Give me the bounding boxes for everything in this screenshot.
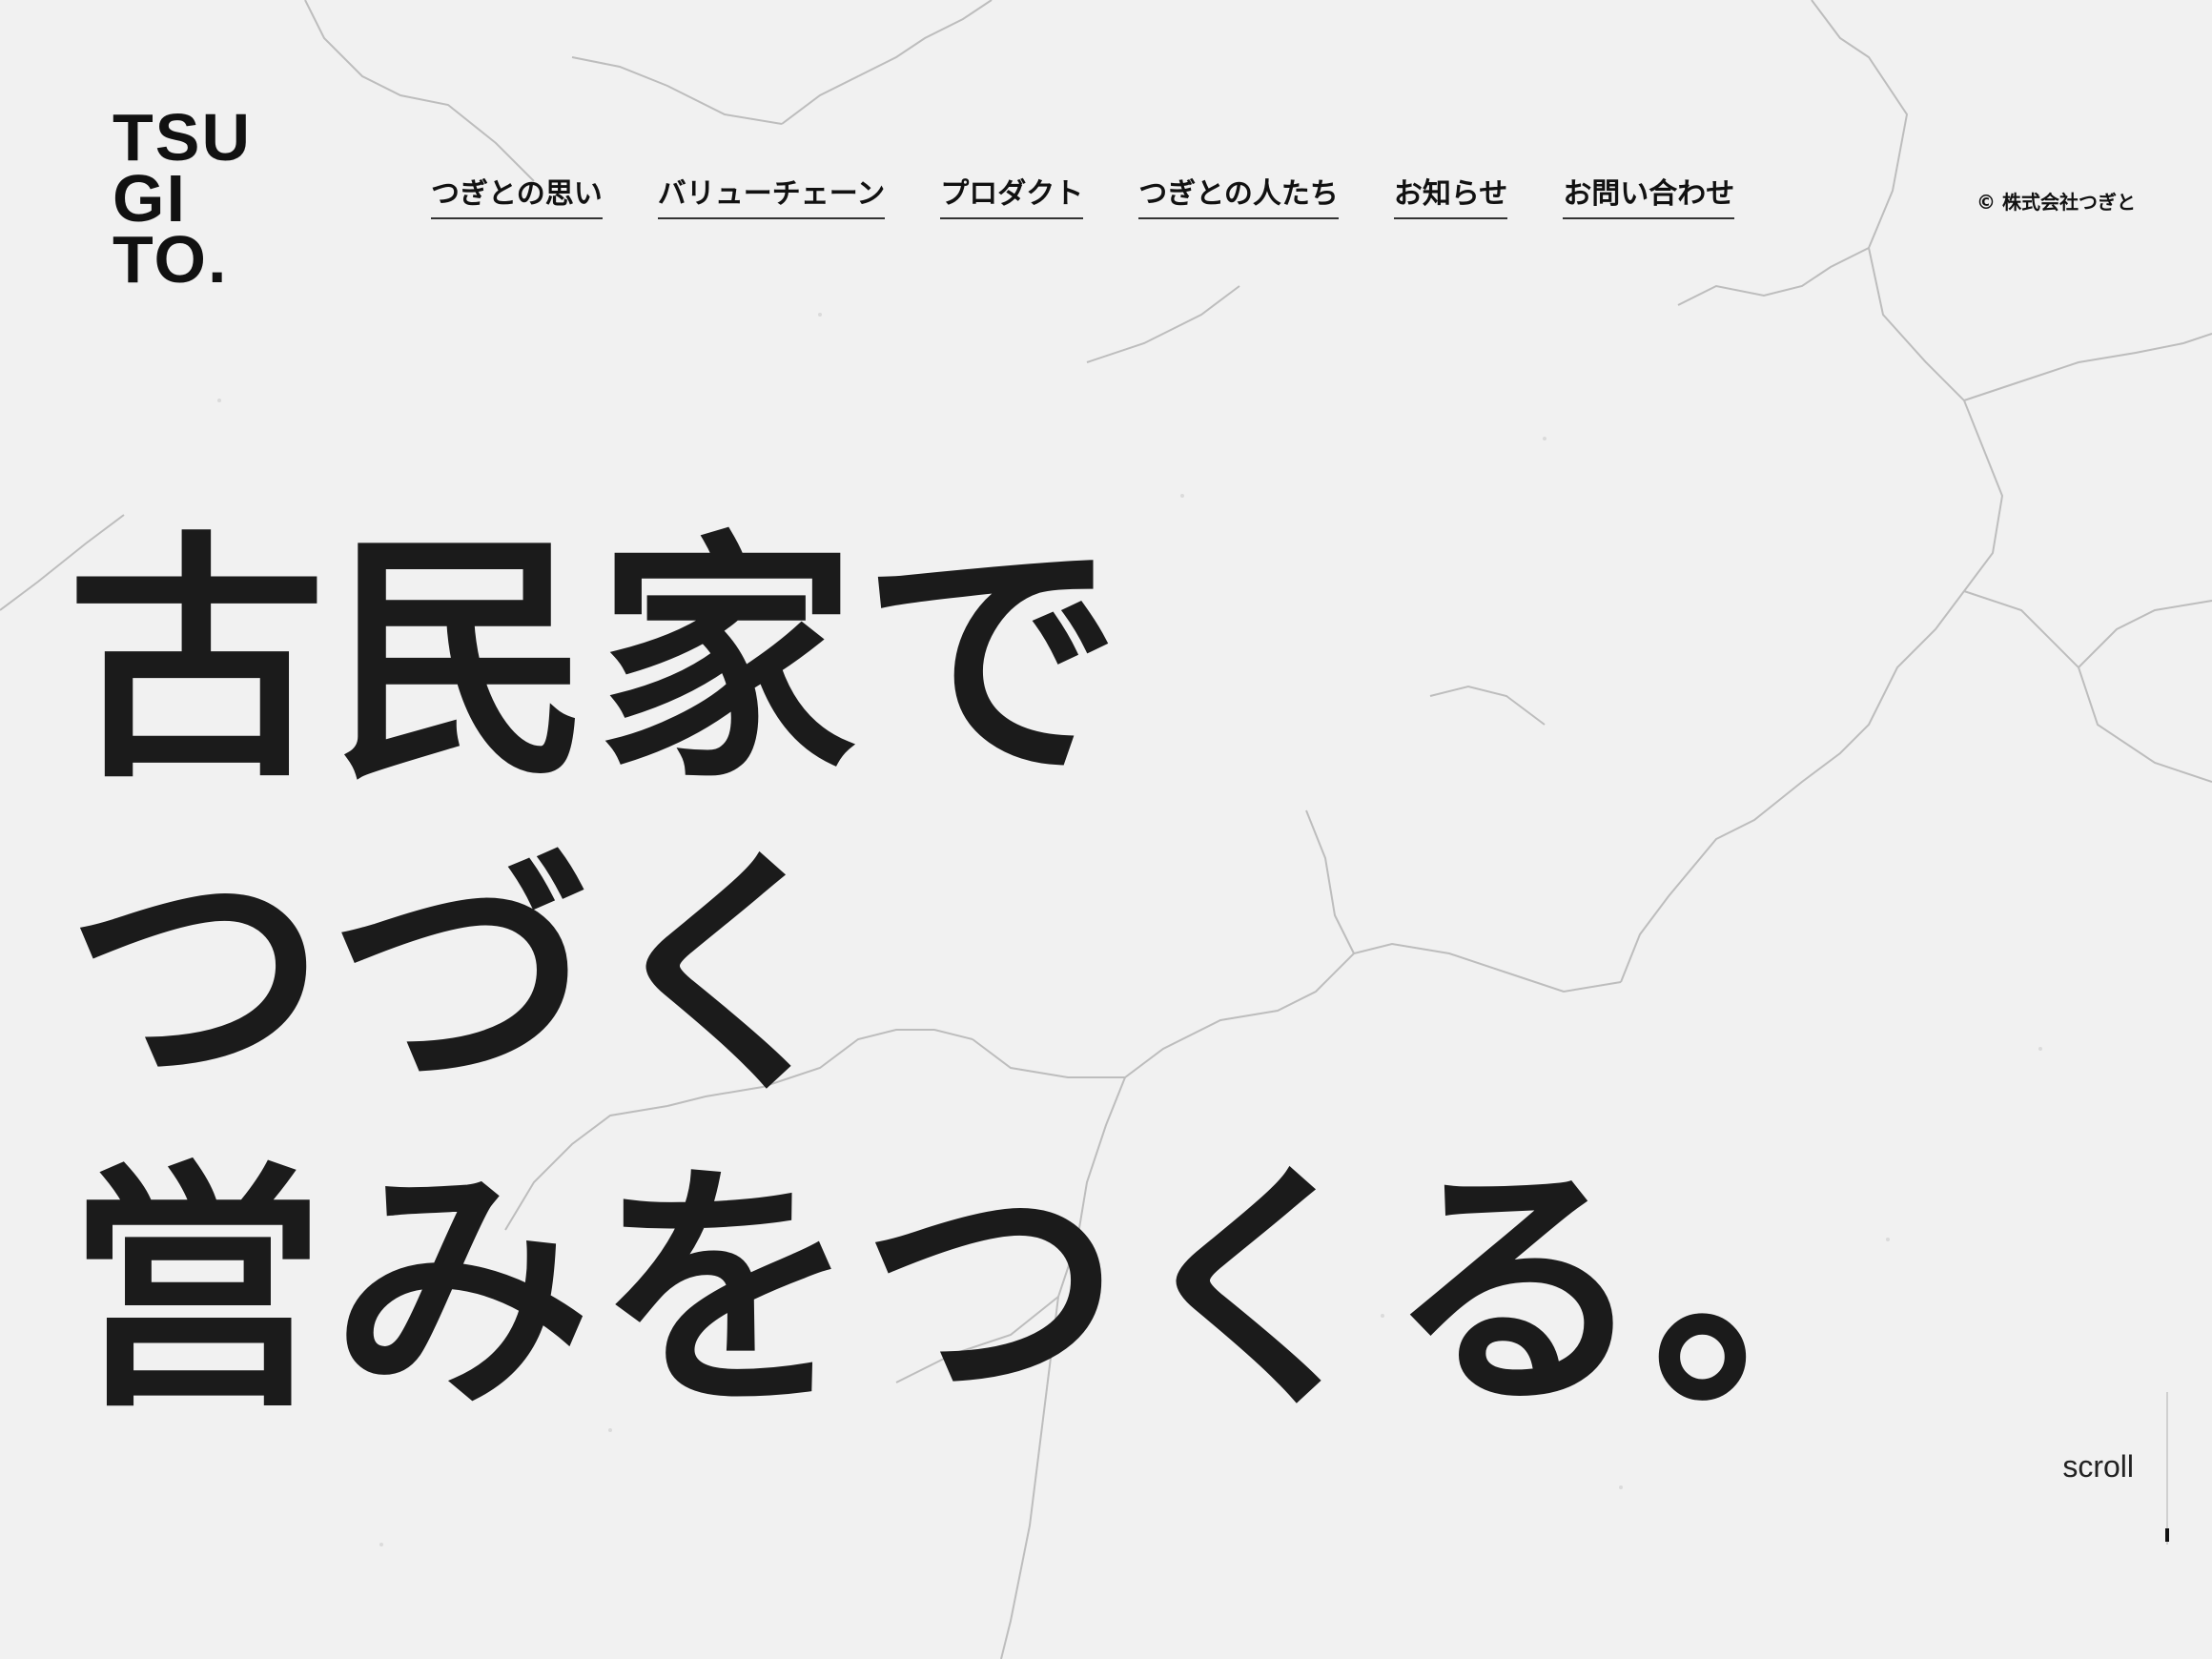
nav-link-thoughts[interactable]: つぎとの思い	[431, 174, 603, 219]
hero-line-3: 営みをつくる。	[67, 1141, 1917, 1443]
nav-link-products[interactable]: プロダクト	[940, 174, 1084, 219]
main-navigation: つぎとの思い バリューチェーン プロダクト つぎとの人たち お知らせ お問い合わ…	[431, 174, 1735, 219]
nav-link-value-chain[interactable]: バリューチェーン	[657, 174, 886, 219]
scroll-indicator-label[interactable]: scroll	[2062, 1449, 2134, 1485]
nav-link-people[interactable]: つぎとの人たち	[1138, 174, 1339, 219]
site-logo[interactable]: TSU GI TO.	[113, 100, 252, 297]
logo-line-1: TSU	[113, 100, 252, 174]
scroll-indicator-track	[2166, 1392, 2168, 1545]
copyright-notice: © 株式会社つぎと	[1976, 191, 2136, 214]
nav-link-contact[interactable]: お問い合わせ	[1563, 174, 1735, 219]
hero-headline: 古民家で つづく 営みをつくる。	[67, 505, 1917, 1449]
logo-line-3: TO.	[113, 222, 229, 297]
logo-line-2: GI	[113, 161, 187, 236]
scroll-indicator-thumb	[2165, 1528, 2169, 1542]
hero-line-1: 古民家で	[67, 512, 1127, 813]
nav-link-news[interactable]: お知らせ	[1393, 174, 1508, 219]
hero-line-2: つづく	[67, 827, 862, 1128]
